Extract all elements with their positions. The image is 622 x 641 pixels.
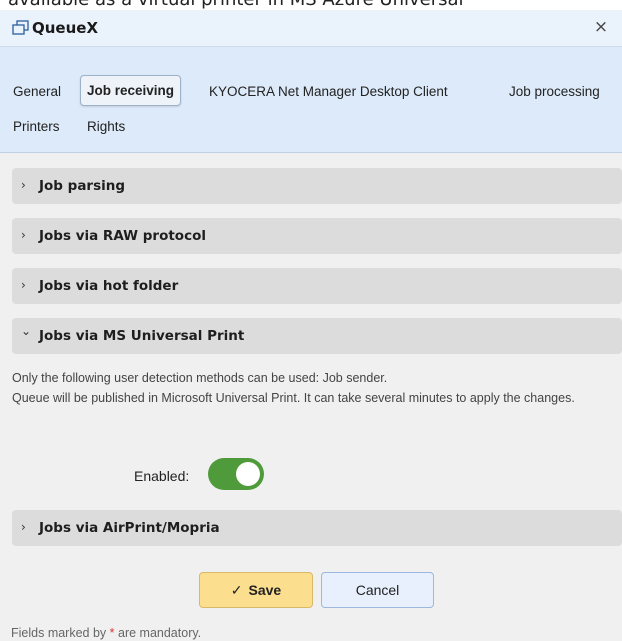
panel-label: Job parsing <box>39 178 126 194</box>
chevron-right-icon: › <box>21 278 26 292</box>
cancel-button[interactable]: Cancel <box>321 572 434 608</box>
tab-kyocera-desktop-client[interactable]: KYOCERA Net Manager Desktop Client <box>209 84 448 99</box>
queue-icon <box>12 20 29 35</box>
chevron-right-icon: › <box>21 228 26 242</box>
toggle-knob <box>236 462 260 486</box>
enabled-toggle[interactable] <box>208 458 264 490</box>
tab-bar: General Job receiving KYOCERA Net Manage… <box>0 47 622 153</box>
chevron-down-icon: ⌄ <box>21 324 32 338</box>
panel-jobs-airprint-mopria[interactable]: › Jobs via AirPrint/Mopria <box>12 510 622 546</box>
dialog-titlebar: QueueX × <box>0 10 622 47</box>
mandatory-note: Fields marked by * are mandatory. <box>11 626 202 640</box>
tab-job-processing[interactable]: Job processing <box>509 84 600 99</box>
save-button[interactable]: ✓ Save <box>199 572 313 608</box>
queue-dialog: QueueX × General Job receiving KYOCERA N… <box>0 10 622 641</box>
chevron-right-icon: › <box>21 178 26 192</box>
universal-print-info-publish: Queue will be published in Microsoft Uni… <box>12 391 575 405</box>
background-page-text: available as a virtual printer in MS Azu… <box>0 0 622 10</box>
tab-rights[interactable]: Rights <box>87 119 125 134</box>
panel-label: Jobs via AirPrint/Mopria <box>39 520 220 536</box>
panel-job-parsing[interactable]: › Job parsing <box>12 168 622 204</box>
panel-jobs-ms-universal-print[interactable]: ⌄ Jobs via MS Universal Print <box>12 318 622 354</box>
dialog-title: QueueX <box>32 19 99 37</box>
save-button-label: Save <box>248 582 282 598</box>
chevron-right-icon: › <box>21 520 26 534</box>
panel-label: Jobs via hot folder <box>39 278 179 294</box>
tab-job-receiving[interactable]: Job receiving <box>80 75 182 106</box>
tab-general[interactable]: General <box>13 84 61 99</box>
close-icon[interactable]: × <box>590 16 612 38</box>
checkmark-icon: ✓ <box>230 582 243 598</box>
tab-printers[interactable]: Printers <box>13 119 60 134</box>
panel-jobs-raw-protocol[interactable]: › Jobs via RAW protocol <box>12 218 622 254</box>
enabled-label: Enabled: <box>134 468 190 484</box>
panel-label: Jobs via RAW protocol <box>39 228 206 244</box>
panel-jobs-hot-folder[interactable]: › Jobs via hot folder <box>12 268 622 304</box>
universal-print-info-detection: Only the following user detection method… <box>12 371 388 385</box>
panel-label: Jobs via MS Universal Print <box>39 328 245 344</box>
